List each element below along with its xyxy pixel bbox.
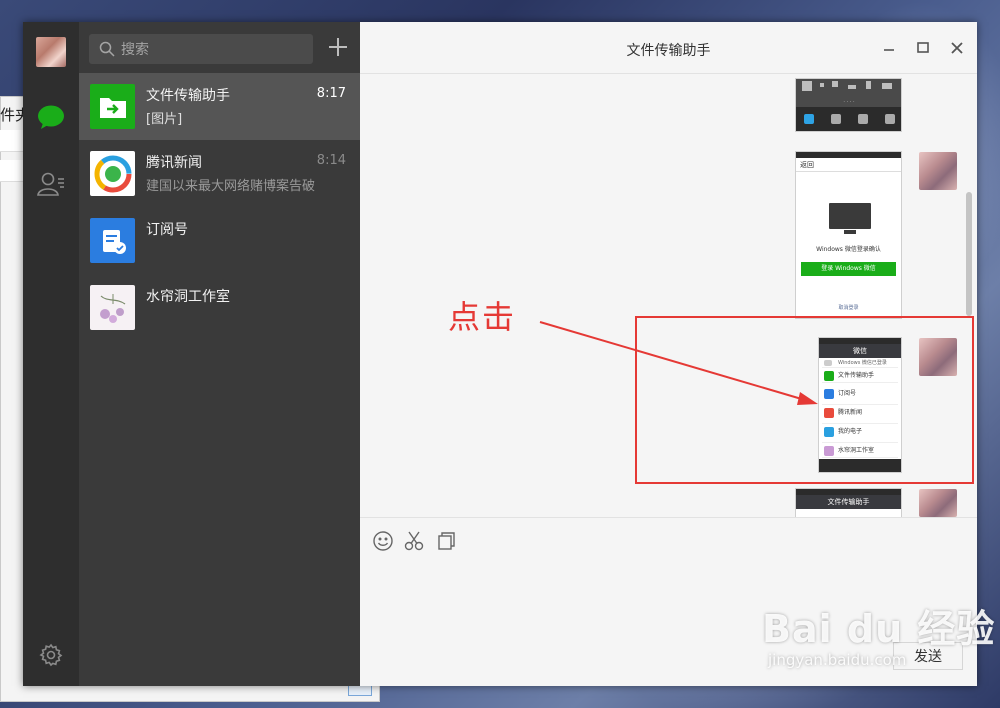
login-confirm-button: 登录 Windows 微信 (801, 262, 896, 276)
monitor-icon (829, 203, 871, 234)
contacts-icon[interactable] (36, 170, 66, 202)
conversation-time: 8:17 (316, 86, 346, 101)
settings-gear-icon[interactable] (39, 643, 63, 671)
image-message[interactable]: 文件传输助手 (795, 488, 902, 517)
plus-icon (329, 38, 347, 56)
background-row (0, 130, 24, 152)
search-box[interactable]: 搜索 (89, 34, 313, 64)
chat-header: 文件传输助手 (360, 22, 977, 74)
minimize-button[interactable] (881, 40, 897, 56)
conversation-item-shuiliandong[interactable]: 水帘洞工作室 (79, 274, 360, 341)
flower-avatar (90, 285, 135, 330)
emoji-button[interactable] (372, 530, 394, 556)
login-caption: Windows 微信登录确认 (816, 246, 881, 253)
minimize-icon (884, 49, 894, 51)
file-icon (438, 532, 455, 550)
image-message[interactable]: 返回 Windows 微信登录确认 登录 Windows 微信 取消登录 (795, 151, 902, 319)
close-icon (951, 42, 963, 54)
conversation-item-file-transfer[interactable]: 文件传输助手 [图片] 8:17 (79, 73, 360, 140)
svg-text:· · · ·: · · · · (843, 99, 855, 105)
emoji-icon (373, 531, 393, 551)
screenshot-button[interactable] (403, 530, 425, 556)
scissors-icon (404, 531, 424, 551)
conversation-list: 搜索 文件传输助手 [图片] 8:17 腾讯新闻 建国以来最大网络赌博案告破 8… (79, 22, 360, 686)
sender-avatar[interactable] (919, 489, 957, 517)
user-avatar[interactable] (36, 37, 66, 67)
annotation-label: 点击 (448, 298, 517, 336)
subscriptions-icon (90, 218, 135, 263)
toolbar-icon (804, 114, 815, 124)
close-button[interactable] (949, 40, 965, 56)
chat-icon[interactable] (36, 103, 66, 135)
tencent-news-icon (90, 151, 135, 196)
maximize-icon (917, 42, 929, 53)
sender-avatar[interactable] (919, 152, 957, 190)
toolbar-icon (831, 114, 842, 124)
conversation-time: 8:14 (316, 153, 346, 168)
conversation-name: 订阅号 (146, 222, 188, 238)
baidu-watermark: Bai du 经验 jingyan.baidu.com (762, 598, 995, 669)
conversation-item-subscriptions[interactable]: 订阅号 (79, 207, 360, 274)
search-input[interactable]: 搜索 (121, 39, 149, 59)
background-row (0, 160, 24, 182)
conversation-preview: [图片] (146, 112, 183, 127)
file-transfer-icon (90, 84, 135, 129)
toolbar-icon (884, 114, 895, 124)
phone-nav-bar: 文件传输助手 (796, 495, 901, 509)
phone-nav-bar: 返回 (796, 158, 901, 172)
watermark-url: jingyan.baidu.com (768, 651, 907, 669)
file-button[interactable] (435, 530, 457, 556)
annotation-highlight-box (635, 316, 974, 484)
conversation-preview: 建国以来最大网络赌博案告破 (146, 179, 316, 194)
cancel-login-link: 取消登录 (838, 305, 859, 311)
conversation-item-tencent-news[interactable]: 腾讯新闻 建国以来最大网络赌博案告破 8:14 (79, 140, 360, 207)
qr-code-icon: · · · · (796, 79, 901, 107)
conversation-name: 水帘洞工作室 (146, 289, 230, 305)
watermark-brand: Bai du 经验 (762, 607, 996, 651)
toolbar-icon (857, 114, 868, 124)
conversation-name: 文件传输助手 (146, 88, 230, 104)
conversation-name: 腾讯新闻 (146, 155, 202, 171)
maximize-button[interactable] (915, 40, 931, 56)
add-chat-button[interactable] (327, 36, 349, 58)
nav-rail (23, 22, 79, 686)
image-message[interactable]: · · · · (795, 78, 902, 132)
search-icon (99, 41, 115, 57)
message-scrollbar[interactable] (966, 192, 972, 316)
